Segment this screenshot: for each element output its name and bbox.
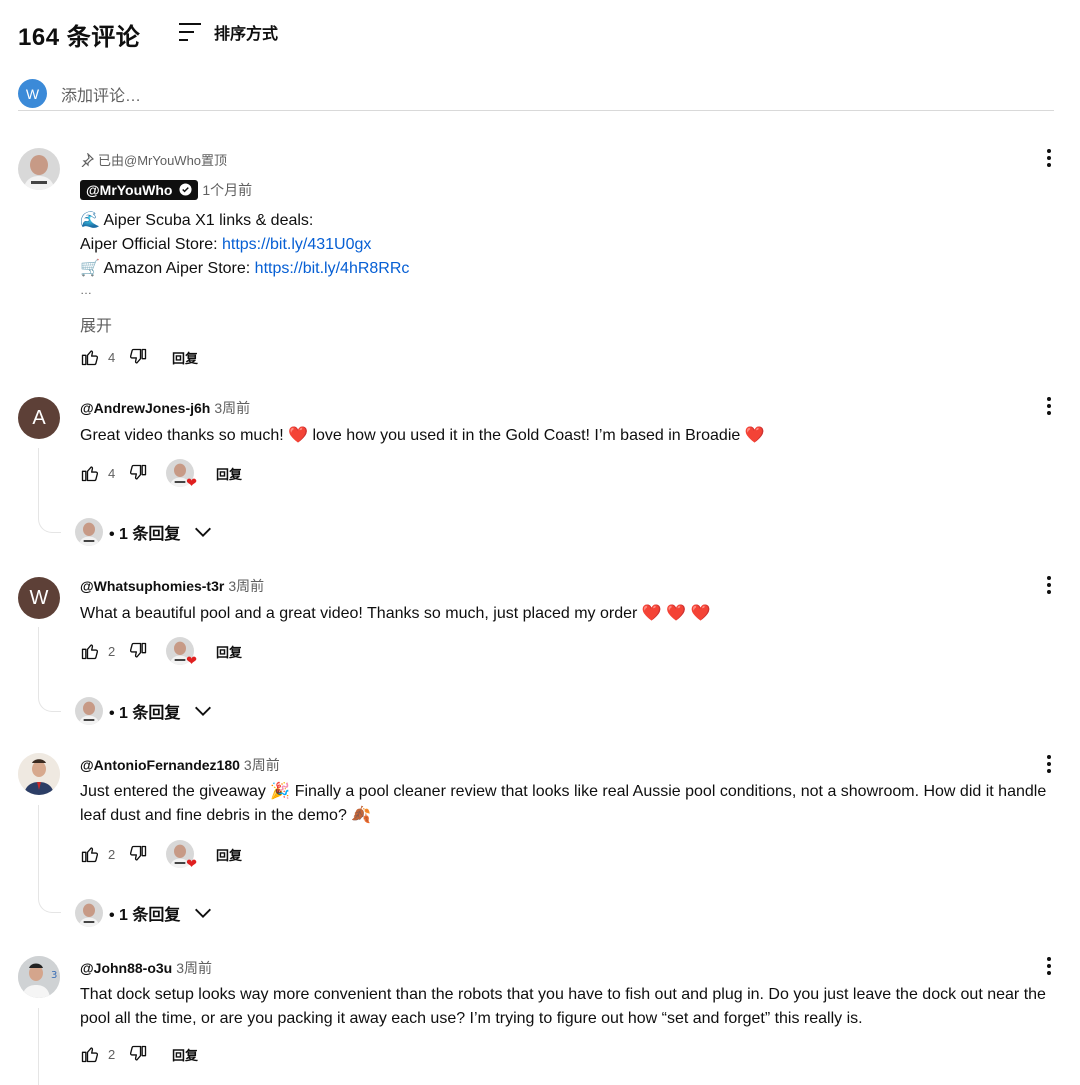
pinned-label: 已由@MrYouWho置顶: [80, 150, 227, 169]
comment-line: Aiper Official Store: https://bit.ly/431…: [80, 236, 372, 253]
add-comment-row[interactable]: W 添加评论…: [18, 78, 1054, 111]
avatar: [75, 899, 103, 927]
more-actions-icon[interactable]: [1040, 752, 1058, 776]
thread-line: [38, 448, 61, 533]
comment-text: Just entered the giveaway 🎉 Finally a po…: [80, 783, 1047, 824]
comment-author[interactable]: @AndrewJones-j6h: [80, 400, 210, 416]
comment-line: 🛒 Amazon Aiper Store: https://bit.ly/4hR…: [80, 260, 410, 277]
author-chip[interactable]: @MrYouWho: [80, 180, 199, 200]
reply-button[interactable]: 回复: [172, 1045, 198, 1064]
like-icon[interactable]: [80, 641, 100, 661]
like-count: 4: [108, 349, 116, 365]
view-replies-button[interactable]: • 1 条回复: [75, 697, 214, 725]
reply-button[interactable]: 回复: [216, 845, 242, 864]
comment-actions: 2 ❤ 回复: [80, 637, 242, 668]
store-link[interactable]: https://bit.ly/4hR8RRc: [255, 260, 410, 277]
more-actions-icon[interactable]: [1040, 146, 1058, 170]
comment-actions: 4 回复: [80, 345, 198, 369]
thread-line: [38, 1008, 39, 1085]
comment-time[interactable]: 3周前: [176, 960, 212, 976]
reply-button[interactable]: 回复: [216, 464, 242, 483]
like-count: 4: [108, 465, 116, 481]
comment-actions: 4 ❤ 回复: [80, 459, 242, 490]
avatar[interactable]: A: [18, 397, 60, 439]
comment-author[interactable]: @AntonioFernandez180: [80, 757, 240, 773]
like-count: 2: [108, 643, 116, 659]
comment-time[interactable]: 1个月前: [202, 180, 252, 200]
reply-button[interactable]: 回复: [216, 642, 242, 661]
like-count: 2: [108, 1046, 116, 1062]
sort-label: 排序方式: [214, 26, 279, 43]
like-icon[interactable]: [80, 463, 100, 483]
verified-icon: [179, 183, 192, 196]
like-icon[interactable]: [80, 347, 100, 367]
view-replies-button[interactable]: • 1 条回复: [75, 518, 214, 546]
like-count: 2: [108, 846, 116, 862]
comment-text: That dock setup looks way more convenien…: [80, 986, 1046, 1027]
avatar: [75, 697, 103, 725]
dislike-icon[interactable]: [128, 844, 148, 864]
comment-time[interactable]: 3周前: [214, 400, 250, 416]
creator-heart-icon: ❤: [166, 637, 197, 668]
store-link[interactable]: https://bit.ly/431U0gx: [222, 236, 371, 253]
avatar[interactable]: W: [18, 577, 60, 619]
more-actions-icon[interactable]: [1040, 954, 1058, 978]
user-avatar: W: [18, 79, 47, 108]
comment-line: 🌊 Aiper Scuba X1 links & deals:: [80, 212, 314, 229]
thread-line: [38, 805, 61, 913]
comment-text: 🌊 Aiper Scuba X1 links & deals: Aiper Of…: [80, 209, 409, 299]
svg-text:3: 3: [51, 970, 57, 981]
add-comment-input[interactable]: 添加评论…: [61, 82, 141, 106]
thread-line: [38, 627, 61, 712]
like-icon[interactable]: [80, 1044, 100, 1064]
comment-time[interactable]: 3周前: [244, 757, 280, 773]
ellipsis: …: [80, 283, 92, 297]
comment-actions: 2 回复: [80, 1042, 198, 1066]
more-actions-icon[interactable]: [1040, 573, 1058, 597]
comment-text: What a beautiful pool and a great video!…: [80, 605, 711, 622]
comment-text: Great video thanks so much! ❤️ love how …: [80, 427, 765, 444]
sort-button[interactable]: 排序方式: [178, 20, 278, 44]
like-icon[interactable]: [80, 844, 100, 864]
pin-icon: [81, 152, 94, 167]
creator-heart-icon: ❤: [166, 459, 197, 490]
creator-heart-icon: ❤: [166, 840, 197, 871]
avatar: [75, 518, 103, 546]
avatar[interactable]: 3: [18, 956, 60, 998]
comment-time[interactable]: 3周前: [228, 578, 264, 594]
dislike-icon[interactable]: [128, 1044, 148, 1064]
dislike-icon[interactable]: [128, 463, 148, 483]
comments-count-title: 164 条评论: [18, 24, 141, 51]
more-actions-icon[interactable]: [1040, 394, 1058, 418]
view-replies-button[interactable]: • 1 条回复: [75, 899, 214, 927]
chevron-down-icon: [192, 902, 214, 924]
sort-icon: [179, 23, 201, 41]
avatar[interactable]: [18, 753, 60, 795]
dislike-icon[interactable]: [128, 347, 148, 367]
chevron-down-icon: [192, 700, 214, 722]
dislike-icon[interactable]: [128, 641, 148, 661]
avatar[interactable]: [18, 148, 60, 190]
reply-button[interactable]: 回复: [172, 348, 198, 367]
comment-author[interactable]: @Whatsuphomies-t3r: [80, 578, 224, 594]
comment-actions: 2 ❤ 回复: [80, 840, 242, 871]
expand-button[interactable]: 展开: [80, 312, 112, 336]
comment-author[interactable]: @John88-o3u: [80, 960, 172, 976]
chevron-down-icon: [192, 521, 214, 543]
